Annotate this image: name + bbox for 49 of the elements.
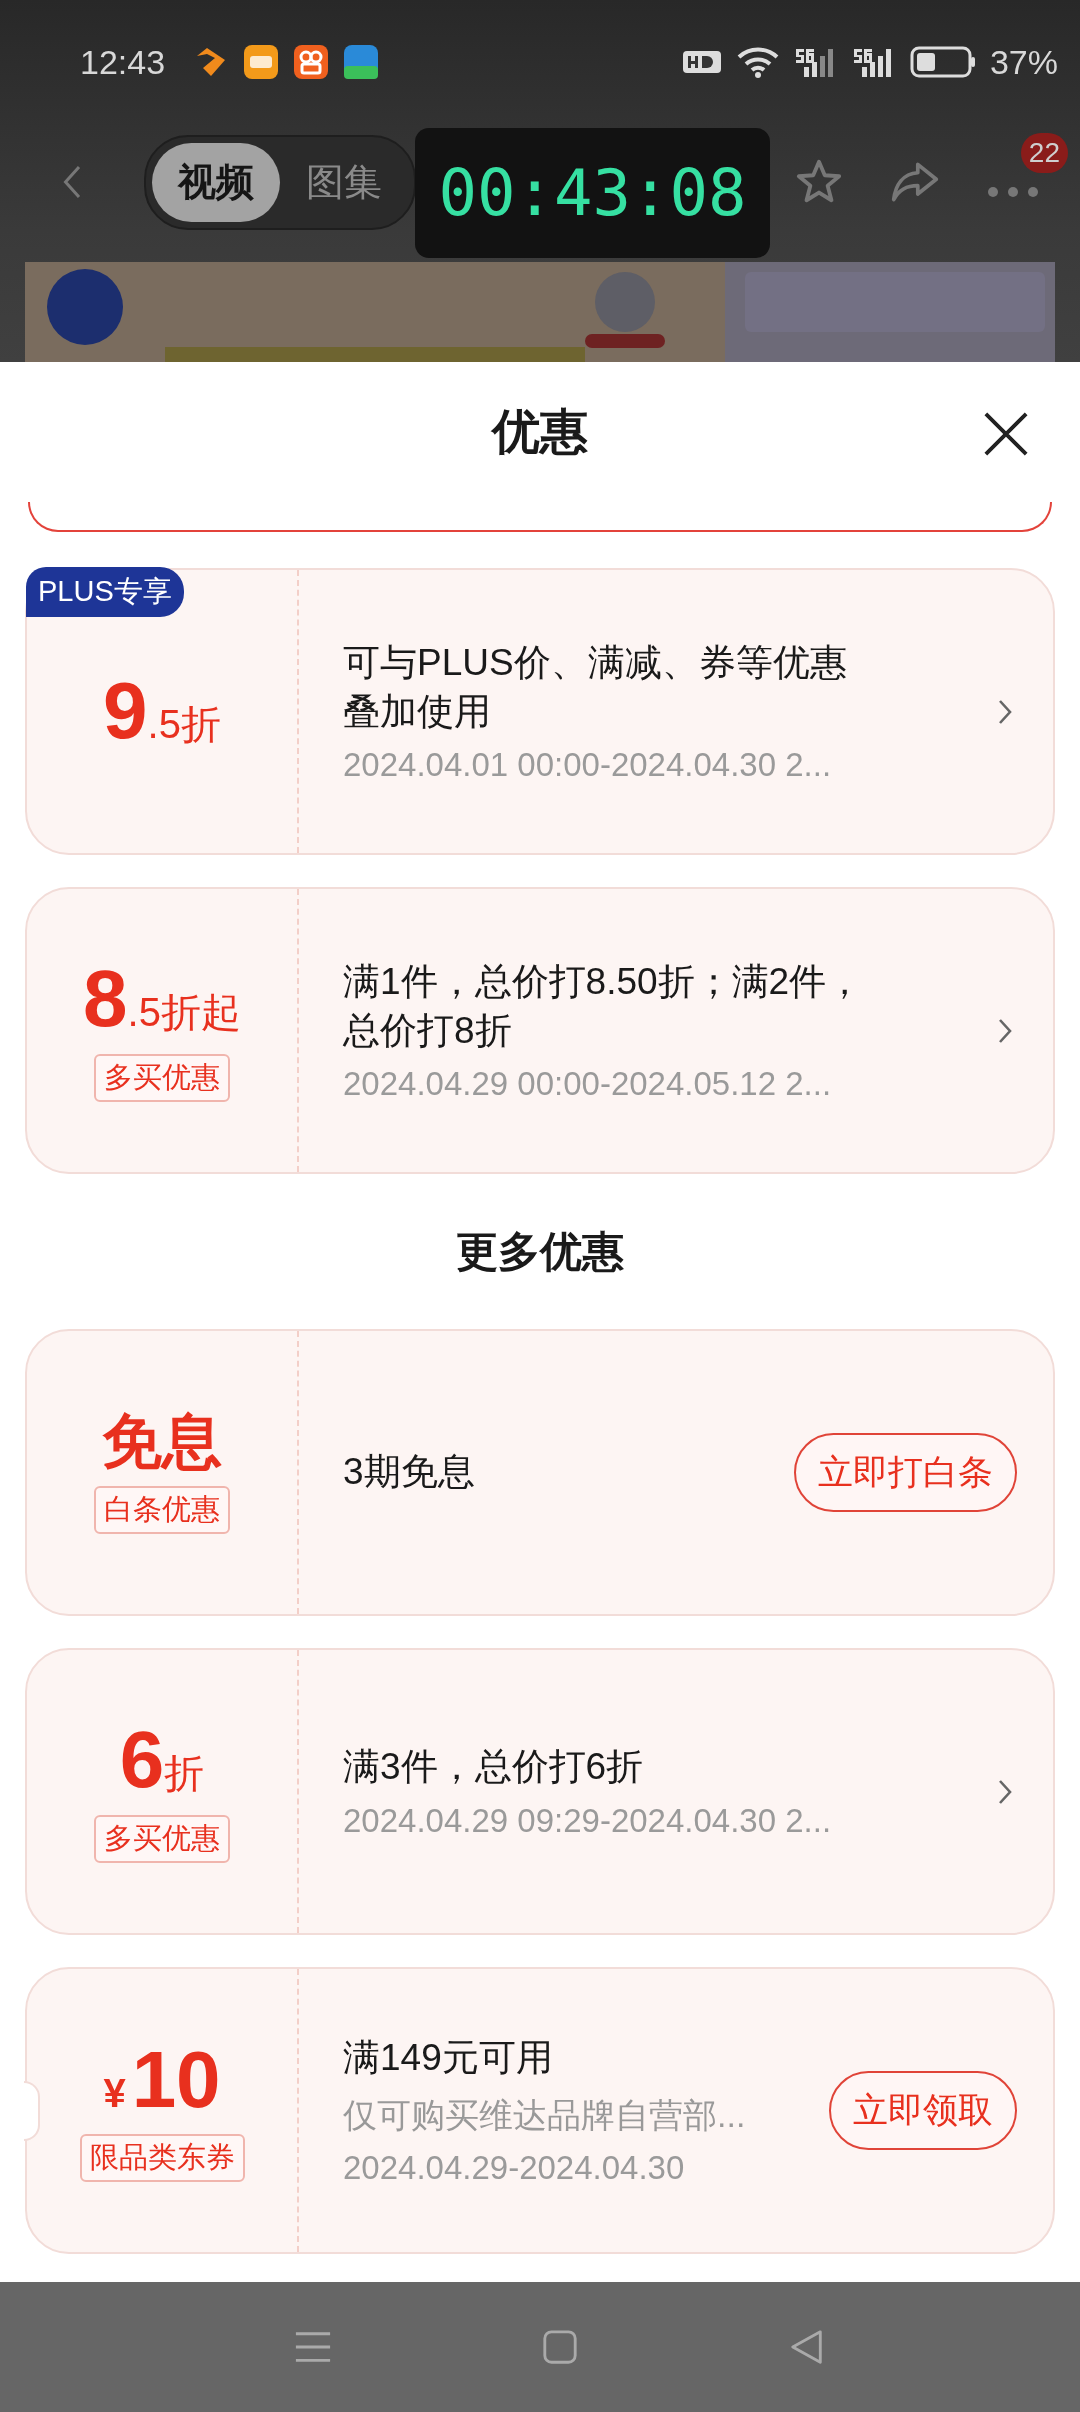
tab[interactable]: 视频: [152, 142, 280, 222]
sheet-title: 优惠: [492, 404, 588, 460]
home-icon[interactable]: [541, 2328, 579, 2366]
offer-period: 2024.04.29-2024.04.30: [343, 2148, 686, 2187]
offer-card[interactable]: 6折 多买优惠 满3件，总价打6折 2024.04.29 09:29-2024.04.30 2...: [25, 1648, 1055, 1935]
offer-title: 满1件，总价打8.50折；满2件，总价打8折: [343, 960, 865, 1053]
tab[interactable]: 图集: [280, 142, 408, 222]
offer-period: 2024.04.01 00:00-2024.04.30 2...: [343, 745, 833, 784]
discount-unit: 折: [164, 1751, 205, 1797]
offer-card[interactable]: 8.5折起 多买优惠 满1件，总价打8.50折；满2件，总价打8折 2024.04.29 00:00-2024.05.12 2...: [25, 887, 1055, 1174]
offer-note: 仅可购买维达品牌自营部...: [343, 2094, 747, 2136]
app-icon: [343, 44, 380, 80]
status-time: 12:43: [80, 42, 166, 82]
close-icon[interactable]: [982, 410, 1030, 458]
discount-unit: .5折: [147, 701, 221, 748]
discount-value: 6: [119, 1720, 165, 1800]
offer-title: 满3件，总价打6折: [343, 1745, 645, 1790]
more-icon[interactable]: [986, 185, 1040, 199]
offer-period: 2024.04.29 09:29-2024.04.30 2...: [343, 1801, 833, 1840]
discount-value: 8: [83, 959, 128, 1039]
offer-period: 2024.04.29 00:00-2024.05.12 2...: [343, 1064, 833, 1103]
hd-voice-icon: [681, 49, 722, 75]
offer-tag: 白条优惠: [94, 1485, 230, 1534]
discount-value: 10: [131, 2039, 221, 2120]
offer-title: 3期免息: [343, 1450, 476, 1495]
offer-title: 满149元可用: [343, 2036, 554, 2081]
discount-value: 9: [103, 671, 148, 751]
app-icon: [243, 44, 280, 80]
count-badge: 22: [1020, 133, 1068, 173]
coupon-card[interactable]: ¥10 限品类东券 满149元可用 仅可购买维达品牌自营部... 2024.04.29-2024.04.30 立即领取: [25, 1967, 1055, 2254]
battery-icon: [909, 46, 976, 78]
action-button[interactable]: 立即打白条: [794, 1433, 1017, 1512]
offer-card[interactable]: 免息 白条优惠 3期免息 立即打白条: [25, 1329, 1055, 1616]
battery-percent: 37%: [989, 42, 1058, 82]
offer-card[interactable]: PLUS专享 9.5折 可与PLUS价、满减、券等优惠叠加使用 2024.04.01 00:00-2024.04.30 2...: [25, 568, 1055, 855]
offer-tag: 限品类东券: [79, 2133, 245, 2182]
offer-title: 可与PLUS价、满减、券等优惠叠加使用: [343, 641, 848, 734]
app-icon: [293, 44, 330, 80]
notch: [24, 2081, 40, 2141]
offer-tag: 多买优惠: [94, 1815, 230, 1863]
currency-symbol: ¥: [103, 2070, 126, 2116]
section-heading: 更多优惠: [456, 1226, 624, 1277]
discount-unit: .5折起: [127, 989, 241, 1036]
offer-tag: 多买优惠: [94, 1054, 230, 1102]
wifi-icon: [735, 45, 780, 79]
plus-badge: PLUS专享: [26, 567, 184, 617]
timer-display: 00:43:08: [415, 128, 770, 258]
discount-value: 免息: [102, 1411, 222, 1472]
action-button[interactable]: 立即领取: [829, 2071, 1017, 2150]
